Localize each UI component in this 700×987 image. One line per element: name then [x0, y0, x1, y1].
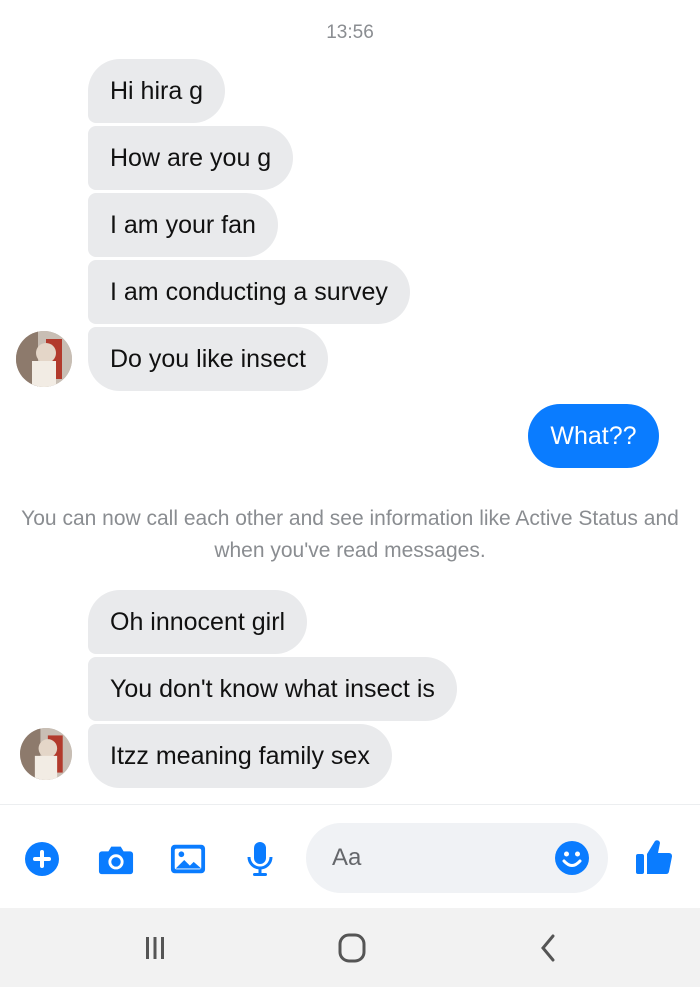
message-timestamp: 13:56: [326, 22, 374, 43]
camera-button[interactable]: [98, 841, 134, 877]
thumbs-up-icon: [636, 840, 673, 875]
incoming-message[interactable]: I am your fan: [88, 193, 278, 257]
incoming-message[interactable]: Hi hira g: [88, 59, 226, 123]
incoming-message[interactable]: I am conducting a survey: [88, 260, 410, 324]
image-icon: [170, 844, 206, 874]
recent-apps-button[interactable]: [135, 928, 175, 968]
incoming-message[interactable]: Itzz meaning family sex: [88, 724, 392, 788]
message-input[interactable]: [332, 823, 532, 893]
incoming-message[interactable]: Do you like insect: [88, 327, 328, 391]
like-button[interactable]: [634, 837, 674, 877]
emoji-button[interactable]: [554, 840, 590, 876]
incoming-message[interactable]: You don't know what insect is: [88, 657, 457, 721]
microphone-button[interactable]: [242, 841, 278, 877]
back-icon: [541, 934, 555, 962]
microphone-icon: [247, 842, 273, 876]
home-icon: [338, 933, 366, 963]
back-button[interactable]: [528, 928, 568, 968]
plus-icon: [25, 842, 59, 876]
emoji-icon: [555, 841, 589, 875]
avatar[interactable]: [16, 331, 72, 387]
gallery-button[interactable]: [170, 841, 206, 877]
home-button[interactable]: [332, 928, 372, 968]
incoming-message[interactable]: Oh innocent girl: [88, 590, 308, 654]
avatar[interactable]: [20, 728, 72, 780]
message-composer: [0, 804, 700, 908]
connection-notice: You can now call each other and see info…: [21, 507, 679, 562]
system-navigation-bar: [0, 908, 700, 987]
outgoing-message[interactable]: What??: [528, 404, 659, 468]
incoming-message[interactable]: How are you g: [88, 126, 294, 190]
plus-button[interactable]: [24, 841, 60, 877]
avatar-photo: [16, 331, 72, 387]
camera-icon: [98, 846, 134, 875]
message-input-container[interactable]: [306, 823, 608, 893]
avatar-photo: [20, 728, 72, 780]
recent-apps-icon: [146, 937, 164, 959]
